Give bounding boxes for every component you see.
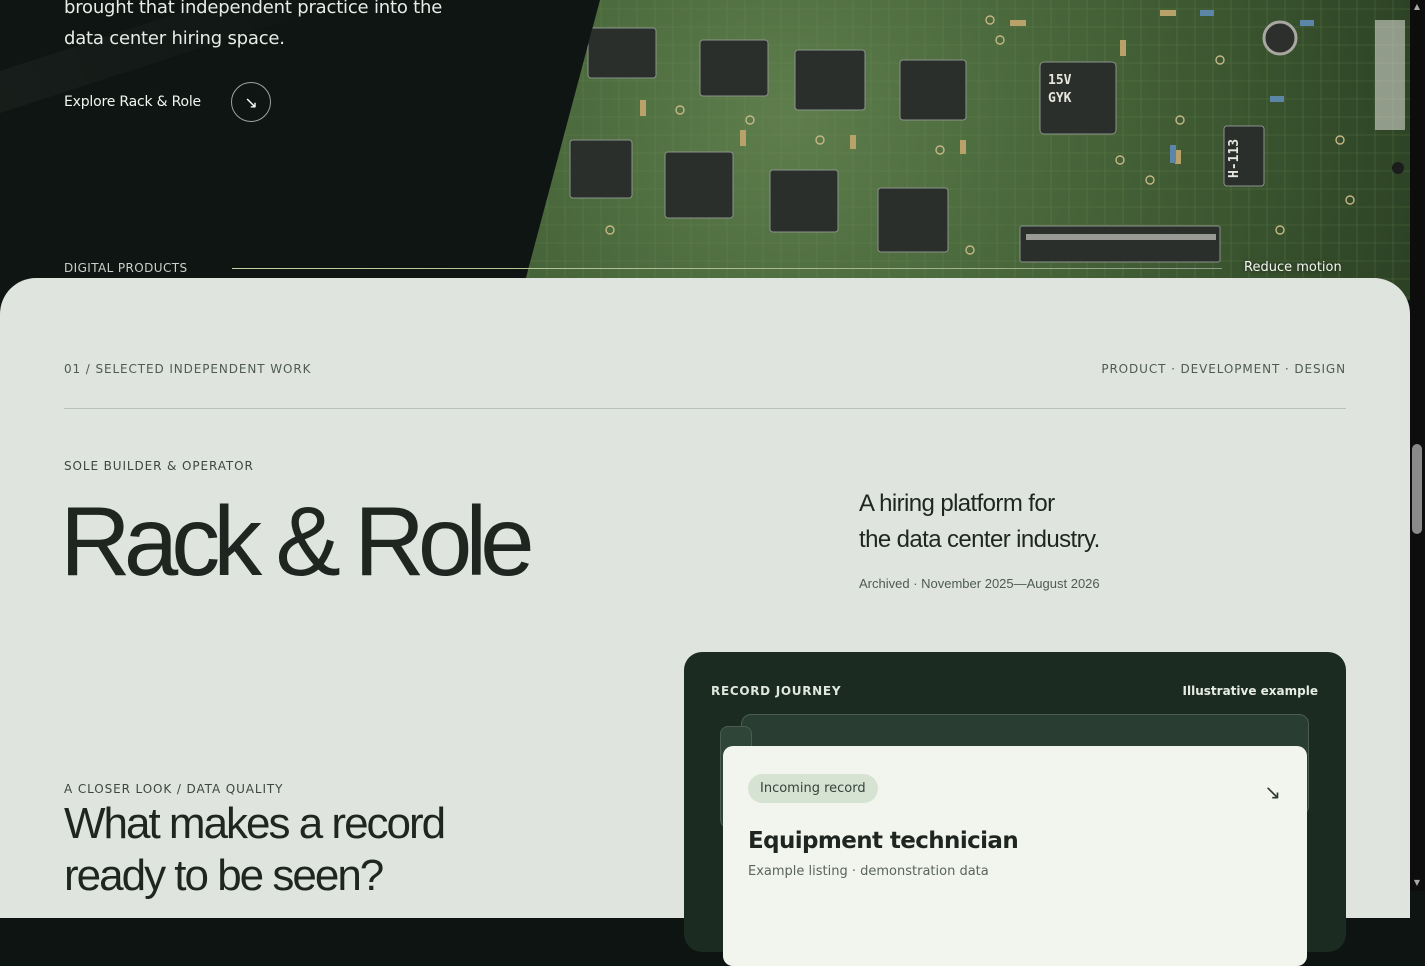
work-section: 01 / SELECTED INDEPENDENT WORK PRODUCT ·… [0, 278, 1410, 966]
scroll-down-icon[interactable]: ▼ [1412, 878, 1422, 888]
record-card[interactable]: Incoming record ↘ Equipment technician E… [723, 746, 1307, 966]
tagline-line: the data center industry. [859, 526, 1100, 553]
reduce-motion-toggle[interactable]: Reduce motion [1244, 260, 1342, 275]
tagline-line: A hiring platform for [859, 490, 1055, 517]
record-title: Equipment technician [748, 828, 1019, 854]
hero-text-line: brought that independent practice into t… [64, 0, 443, 18]
chip-label: H-113 [1227, 139, 1242, 178]
section-tags: PRODUCT · DEVELOPMENT · DESIGN [1101, 362, 1346, 376]
explore-label: Explore Rack & Role [64, 94, 201, 110]
chip-label: 15V [1048, 73, 1072, 88]
section-label: DIGITAL PRODUCTS [64, 261, 188, 275]
record-journey-card: RECORD JOURNEY Illustrative example Inco… [684, 652, 1346, 966]
journey-kicker: RECORD JOURNEY [711, 684, 842, 698]
closer-kicker: A CLOSER LOOK / DATA QUALITY [64, 782, 284, 796]
hero-section: 15V GYK H-113 brought that independent p… [0, 0, 1425, 300]
chip-label: GYK [1048, 91, 1072, 106]
divider [64, 408, 1346, 409]
circuit-board-image: 15V GYK H-113 [520, 0, 1410, 300]
closer-line: ready to be seen? [64, 851, 384, 900]
record-subtitle: Example listing · demonstration data [748, 864, 989, 879]
project-dates: Archived · November 2025—August 2026 [859, 576, 1100, 591]
arrow-down-right-icon[interactable]: ↘ [1264, 780, 1281, 804]
closer-heading: What makes a record ready to be seen? [64, 798, 504, 902]
circuit-board-illustration: 15V GYK H-113 [520, 0, 1410, 300]
section-kicker: 01 / SELECTED INDEPENDENT WORK [64, 362, 312, 376]
hero-intro-text: brought that independent practice into t… [64, 0, 444, 54]
arrow-down-right-icon[interactable]: ↘ [230, 82, 271, 122]
project-tagline: A hiring platform for the data center in… [859, 486, 1189, 558]
role-label: SOLE BUILDER & OPERATOR [64, 459, 254, 473]
status-badge: Incoming record [748, 774, 878, 803]
scroll-up-icon[interactable]: ▲ [1412, 2, 1422, 12]
progress-line [232, 268, 1222, 269]
hero-text-line: data center hiring space. [64, 28, 285, 49]
scrollbar-thumb[interactable] [1412, 444, 1422, 534]
explore-link[interactable]: Explore Rack & Role ↘ [64, 82, 271, 122]
closer-line: What makes a record [64, 799, 446, 848]
project-title: Rack & Role [60, 486, 535, 596]
illustrative-note: Illustrative example [1182, 684, 1318, 698]
